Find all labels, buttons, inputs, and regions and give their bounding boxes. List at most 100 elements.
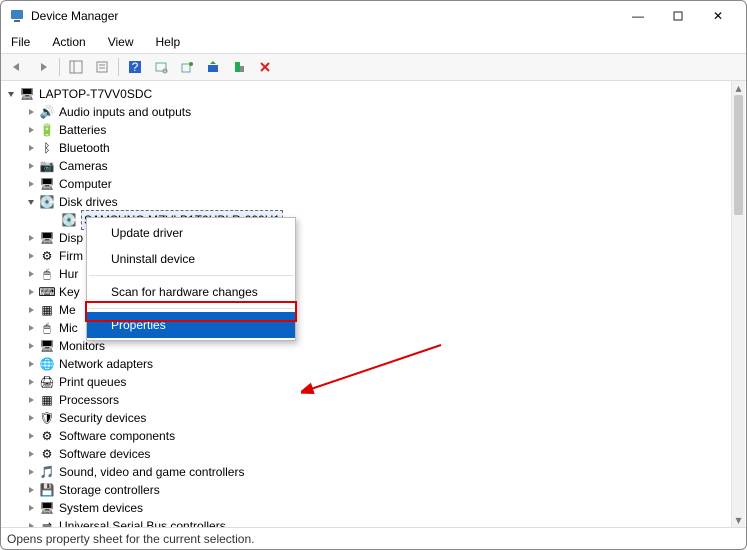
svg-text:?: ? xyxy=(132,60,139,74)
category-node[interactable]: 🔊Audio inputs and outputs xyxy=(3,103,744,121)
expand-icon[interactable] xyxy=(25,304,37,316)
category-node[interactable]: 🔋Batteries xyxy=(3,121,744,139)
forward-button[interactable] xyxy=(31,56,55,78)
tree-item-label: Security devices xyxy=(59,409,146,427)
context-menu: Update driverUninstall device Scan for ha… xyxy=(86,217,296,341)
category-node[interactable]: 🖨Print queues xyxy=(3,373,744,391)
update-driver-button[interactable] xyxy=(201,56,225,78)
toolbar-separator xyxy=(118,58,119,76)
category-node[interactable]: ᛒBluetooth xyxy=(3,139,744,157)
category-node[interactable]: ▦Processors xyxy=(3,391,744,409)
monitor-icon: 🖥 xyxy=(39,338,55,354)
expand-icon[interactable] xyxy=(25,394,37,406)
collapse-icon[interactable] xyxy=(5,88,17,100)
show-hide-tree-button[interactable] xyxy=(64,56,88,78)
category-node[interactable]: 🎵Sound, video and game controllers xyxy=(3,463,744,481)
scrollbar-thumb[interactable] xyxy=(734,95,743,215)
menu-help[interactable]: Help xyxy=(152,33,185,51)
expand-icon[interactable] xyxy=(25,286,37,298)
tree-item-label: Network adapters xyxy=(59,355,153,373)
tree-item-label: Hur xyxy=(59,265,78,283)
network-icon: 🌐 xyxy=(39,356,55,372)
tree-item-label: Firm xyxy=(59,247,83,265)
minimize-button[interactable]: — xyxy=(618,2,658,30)
audio-icon: 🔊 xyxy=(39,104,55,120)
expand-icon[interactable] xyxy=(25,520,37,527)
tree-item-label: System devices xyxy=(59,499,143,517)
expand-icon[interactable] xyxy=(25,160,37,172)
expand-icon[interactable] xyxy=(25,340,37,352)
device-manager-window: Device Manager — ✕ File Action View Help… xyxy=(0,0,747,550)
expand-icon[interactable] xyxy=(25,484,37,496)
tree-item-label: Bluetooth xyxy=(59,139,110,157)
hid-icon: 🖱 xyxy=(39,266,55,282)
close-button[interactable]: ✕ xyxy=(698,2,738,30)
computer-icon: 🖥 xyxy=(39,176,55,192)
scroll-up-button[interactable]: ▴ xyxy=(732,81,745,95)
battery-icon: 🔋 xyxy=(39,122,55,138)
expand-icon[interactable] xyxy=(25,502,37,514)
context-menu-item[interactable]: Properties xyxy=(87,312,295,338)
root-node[interactable]: 🖥LAPTOP-T7VV0SDC xyxy=(3,85,744,103)
back-button[interactable] xyxy=(5,56,29,78)
help-button[interactable]: ? xyxy=(123,56,147,78)
category-node[interactable]: 🖥System devices xyxy=(3,499,744,517)
scan-button[interactable] xyxy=(149,56,173,78)
context-menu-separator xyxy=(89,275,293,276)
menu-view[interactable]: View xyxy=(104,33,138,51)
expand-icon[interactable] xyxy=(25,412,37,424)
properties-button[interactable] xyxy=(90,56,114,78)
maximize-button[interactable] xyxy=(658,2,698,30)
expand-icon[interactable] xyxy=(25,376,37,388)
tree-item-label: Me xyxy=(59,301,76,319)
category-node[interactable]: ⚙Software devices xyxy=(3,445,744,463)
uninstall-button[interactable] xyxy=(227,56,251,78)
expand-icon[interactable] xyxy=(25,250,37,262)
scroll-down-button[interactable]: ▾ xyxy=(732,513,745,527)
expand-icon[interactable] xyxy=(25,466,37,478)
tree-item-label: Disk drives xyxy=(59,193,118,211)
category-node[interactable]: 💽Disk drives xyxy=(3,193,744,211)
tree-item-label: Key xyxy=(59,283,80,301)
context-menu-item[interactable]: Scan for hardware changes xyxy=(87,279,295,305)
disk-icon: 💽 xyxy=(61,212,77,228)
mouse-icon: 🖱 xyxy=(39,320,55,336)
expand-icon[interactable] xyxy=(25,268,37,280)
expand-icon[interactable] xyxy=(25,322,37,334)
menu-action[interactable]: Action xyxy=(48,33,89,51)
collapse-icon[interactable] xyxy=(25,196,37,208)
tree-item-label: Print queues xyxy=(59,373,126,391)
expand-icon[interactable] xyxy=(25,106,37,118)
category-node[interactable]: 🛡Security devices xyxy=(3,409,744,427)
menu-bar: File Action View Help xyxy=(1,31,746,53)
firmware-icon: ⚙ xyxy=(39,248,55,264)
tree-item-label: LAPTOP-T7VV0SDC xyxy=(39,85,152,103)
display-icon: 🖥 xyxy=(39,230,55,246)
status-bar: Opens property sheet for the current sel… xyxy=(1,527,746,549)
usb-icon: ⇌ xyxy=(39,518,55,527)
expand-icon[interactable] xyxy=(25,142,37,154)
disable-button[interactable] xyxy=(253,56,277,78)
category-node[interactable]: ⇌Universal Serial Bus controllers xyxy=(3,517,744,527)
category-node[interactable]: 🌐Network adapters xyxy=(3,355,744,373)
context-menu-item[interactable]: Uninstall device xyxy=(87,246,295,272)
sound-icon: 🎵 xyxy=(39,464,55,480)
tree-item-label: Mic xyxy=(59,319,78,337)
vertical-scrollbar[interactable]: ▴ ▾ xyxy=(731,81,745,527)
menu-file[interactable]: File xyxy=(7,33,34,51)
add-legacy-button[interactable] xyxy=(175,56,199,78)
expand-icon[interactable] xyxy=(25,430,37,442)
category-node[interactable]: ⚙Software components xyxy=(3,427,744,445)
category-node[interactable]: 📷Cameras xyxy=(3,157,744,175)
computer-icon: 🖥 xyxy=(19,86,35,102)
expand-icon[interactable] xyxy=(25,124,37,136)
category-node[interactable]: 🖥Computer xyxy=(3,175,744,193)
category-node[interactable]: 💾Storage controllers xyxy=(3,481,744,499)
expand-icon[interactable] xyxy=(25,232,37,244)
security-icon: 🛡 xyxy=(39,410,55,426)
expand-icon[interactable] xyxy=(25,448,37,460)
context-menu-item[interactable]: Update driver xyxy=(87,220,295,246)
expand-icon[interactable] xyxy=(25,178,37,190)
tree-item-label: Batteries xyxy=(59,121,106,139)
expand-icon[interactable] xyxy=(25,358,37,370)
